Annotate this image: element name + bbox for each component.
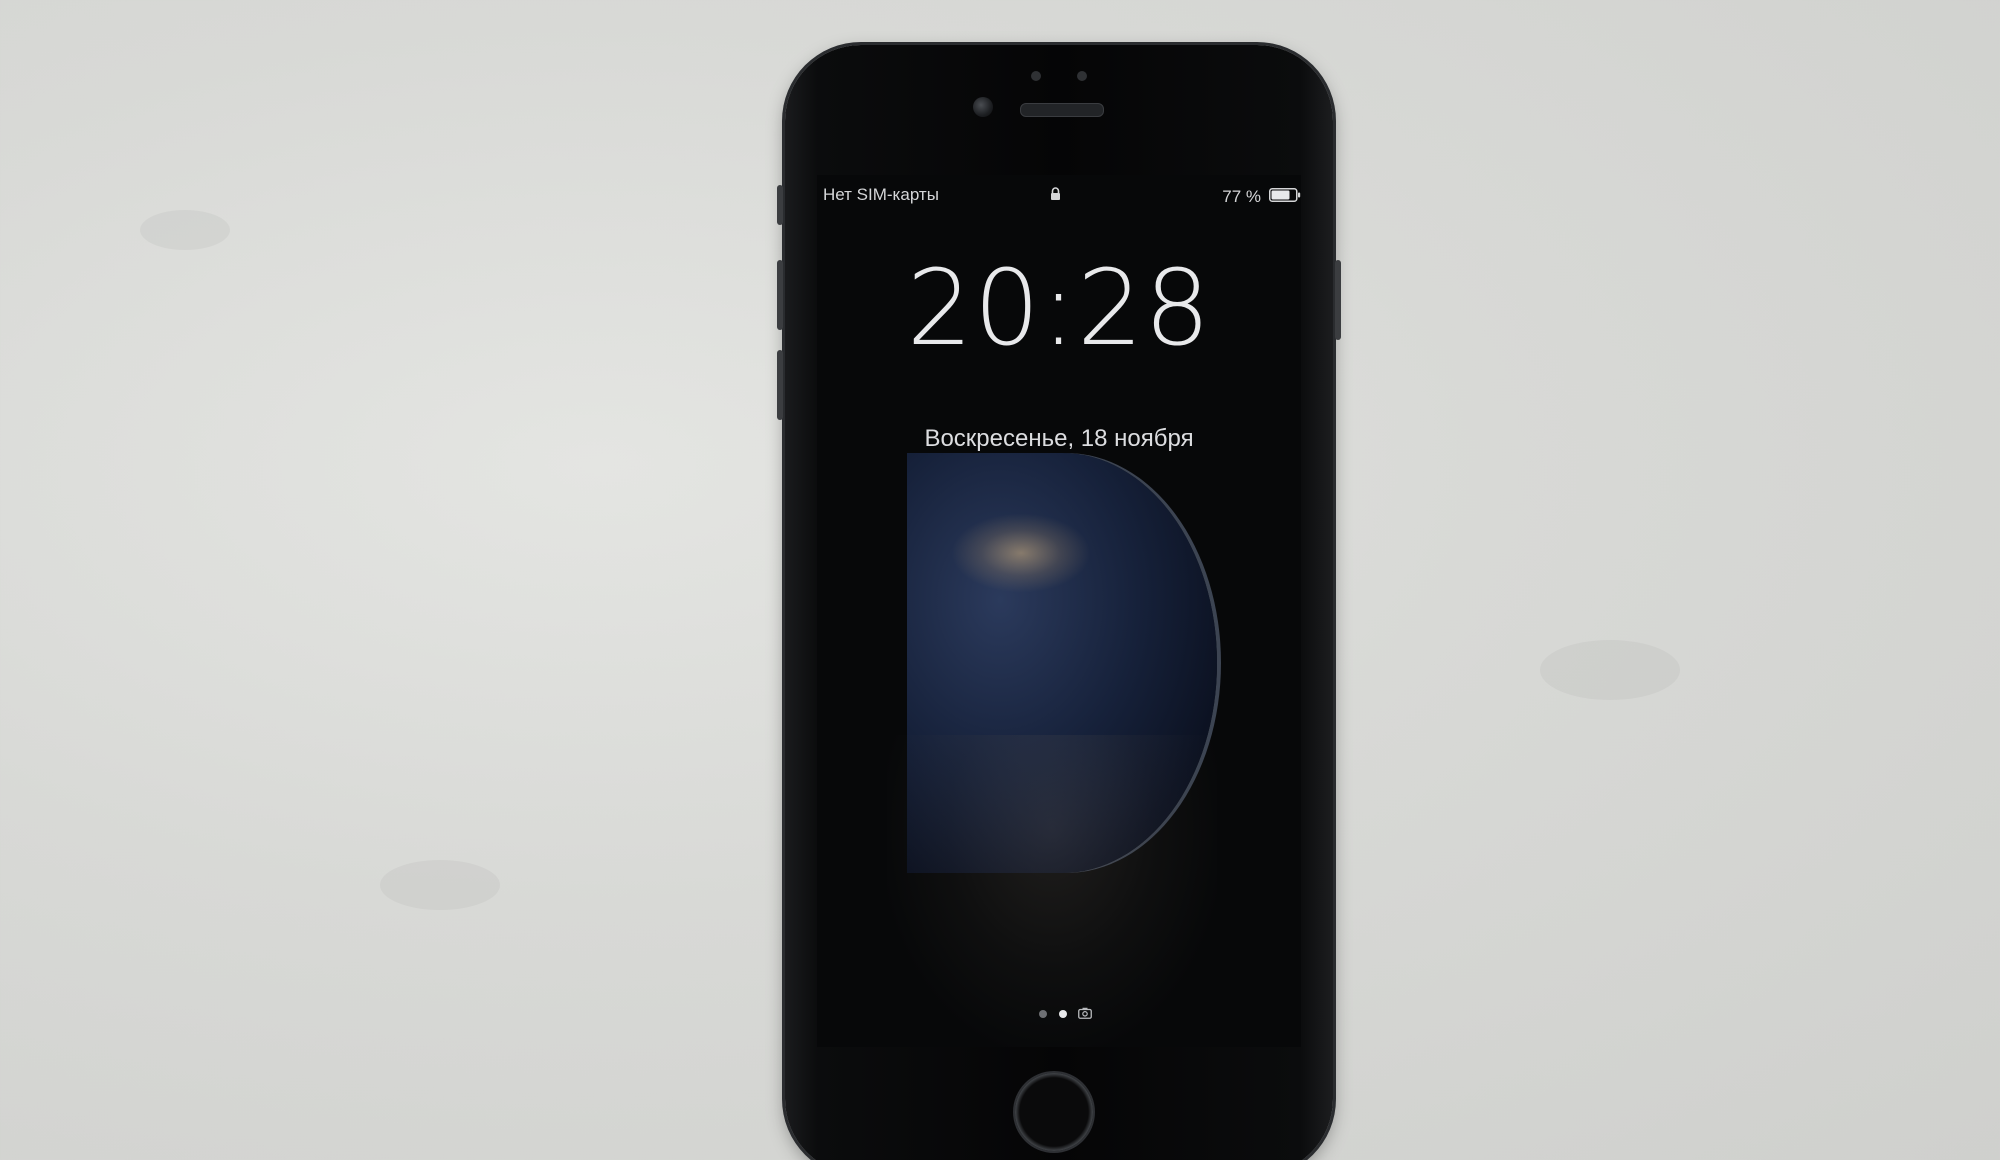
lock-screen-time: 20:28 — [906, 247, 1212, 369]
earpiece-speaker — [1020, 103, 1104, 117]
table-surface-mark — [380, 860, 500, 910]
power-button[interactable] — [1335, 260, 1341, 340]
status-bar: Нет SIM-карты 77 % — [817, 175, 1301, 211]
front-camera — [973, 97, 993, 117]
table-surface-mark — [140, 210, 230, 250]
camera-icon — [1078, 1007, 1092, 1019]
battery-icon — [1269, 188, 1301, 202]
battery-percent: 77 % — [1222, 187, 1261, 206]
page-dot-active — [1059, 1010, 1067, 1018]
lock-screen[interactable]: Нет SIM-карты 77 % 20:28 Воскресенье, 18… — [817, 175, 1301, 1047]
city-lights — [951, 513, 1091, 593]
proximity-sensor — [1023, 69, 1095, 83]
iphone: Нет SIM-карты 77 % 20:28 Воскресенье, 18… — [777, 45, 1341, 1160]
table-surface-mark — [1540, 640, 1680, 700]
volume-up-button[interactable] — [777, 260, 783, 330]
mute-switch[interactable] — [777, 185, 783, 225]
carrier-label: Нет SIM-карты — [823, 185, 939, 204]
volume-down-button[interactable] — [777, 350, 783, 420]
home-button[interactable] — [1015, 1073, 1093, 1151]
page-indicator[interactable] — [1035, 1007, 1092, 1021]
phone-top-bezel — [785, 45, 1333, 175]
lock-screen-date: Воскресенье, 18 ноября — [924, 425, 1194, 452]
face-reflection — [887, 735, 1217, 1047]
page-dot — [1039, 1010, 1047, 1018]
lock-icon — [1051, 187, 1060, 200]
